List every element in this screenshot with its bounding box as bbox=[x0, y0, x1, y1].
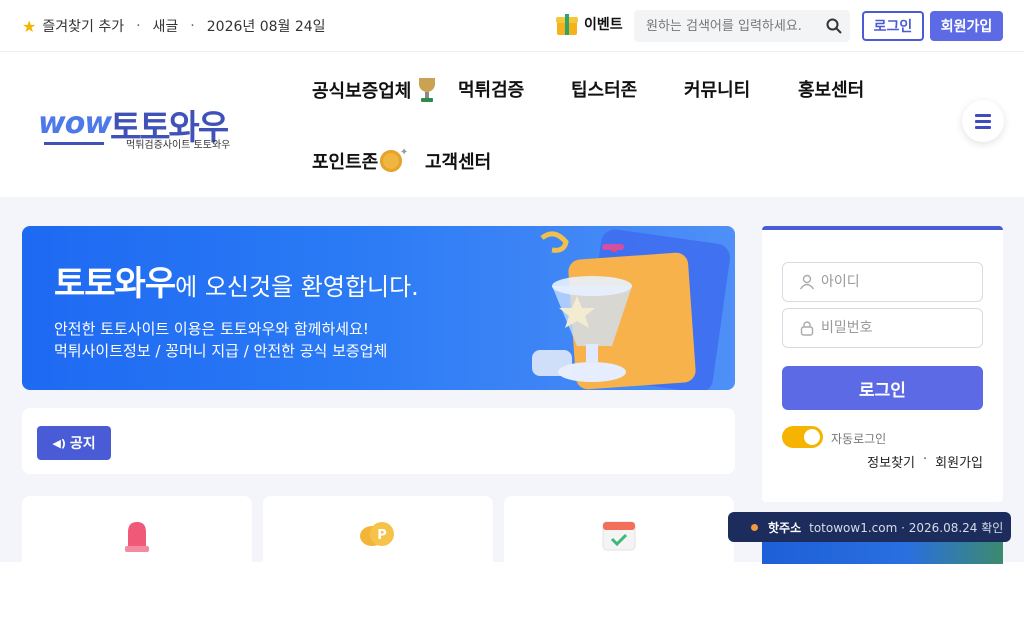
search-icon[interactable] bbox=[826, 18, 842, 34]
nav-item-verify[interactable]: 먹튀검증 bbox=[458, 76, 524, 102]
user-icon bbox=[799, 274, 815, 290]
siren-icon bbox=[125, 522, 149, 552]
nav-item-promo[interactable]: 홍보센터 bbox=[798, 76, 864, 102]
hot-address-toast[interactable]: 핫주소 totowow1.com · 2026.08.24 확인 bbox=[728, 512, 1011, 542]
banner-line-1: 안전한 토토사이트 이용은 토토와우와 함께하세요! bbox=[54, 320, 369, 338]
auto-login-toggle[interactable] bbox=[782, 426, 823, 448]
lock-icon bbox=[800, 321, 814, 336]
point-coin-icon: P bbox=[360, 522, 394, 546]
account-links: 정보찾기 · 회원가입 bbox=[867, 452, 983, 471]
notice-button[interactable]: ◀) 공지 bbox=[37, 426, 111, 460]
nav-item-tipster[interactable]: 팁스터존 bbox=[571, 76, 637, 102]
event-link[interactable]: 이벤트 bbox=[556, 12, 623, 36]
password-field-wrap bbox=[782, 308, 983, 348]
logo-wow-text: wow bbox=[38, 106, 112, 141]
login-panel: 로그인 자동로그인 정보찾기 · 회원가입 bbox=[762, 226, 1003, 502]
auto-login-label: 자동로그인 bbox=[831, 432, 887, 446]
logo-tagline: 먹튀검증사이트 토토와우 bbox=[126, 140, 231, 151]
bookmark-link[interactable]: 즐겨찾기 추가 bbox=[42, 16, 124, 36]
star-icon: ★ bbox=[22, 16, 37, 36]
login-button-top[interactable]: 로그인 bbox=[862, 11, 924, 41]
quick-card-2[interactable]: P bbox=[263, 496, 493, 566]
calendar-check-icon bbox=[602, 521, 636, 551]
login-submit-button[interactable]: 로그인 bbox=[782, 366, 983, 410]
banner-line-2: 먹튀사이트정보 / 꽁머니 지급 / 안전한 공식 보증업체 bbox=[54, 342, 388, 360]
welcome-banner[interactable]: 토토와우에 오신것을 환영합니다. 안전한 토토사이트 이용은 토토와우와 함께… bbox=[22, 226, 735, 390]
id-input[interactable] bbox=[821, 263, 981, 301]
toast-text: totowow1.com · 2026.08.24 확인 bbox=[809, 520, 1004, 535]
trophy-icon bbox=[417, 76, 437, 104]
new-post-link[interactable]: 새글 bbox=[153, 16, 179, 36]
logo-underline bbox=[44, 142, 104, 145]
search-input[interactable] bbox=[634, 10, 814, 42]
join-link[interactable]: 회원가입 bbox=[935, 452, 983, 471]
password-input[interactable] bbox=[821, 309, 981, 347]
site-header: wow 토토와우 먹튀검증사이트 토토와우 공식보증업체 먹튀검증 팁스터존 커… bbox=[0, 52, 1024, 197]
quick-card-1[interactable] bbox=[22, 496, 252, 566]
coin-icon: ✦ bbox=[380, 147, 408, 172]
nav-item-official[interactable]: 공식보증업체 bbox=[312, 76, 437, 104]
site-logo[interactable]: wow 토토와우 먹튀검증사이트 토토와우 bbox=[38, 100, 258, 160]
current-date: 2026년 08월 24일 bbox=[206, 19, 326, 35]
notice-bar: ◀) 공지 bbox=[22, 408, 735, 474]
id-field-wrap bbox=[782, 262, 983, 302]
banner-headline: 토토와우에 오신것을 환영합니다. bbox=[54, 264, 419, 304]
join-button-top[interactable]: 회원가입 bbox=[930, 11, 1003, 41]
find-info-link[interactable]: 정보찾기 bbox=[867, 452, 915, 471]
status-dot bbox=[751, 523, 758, 531]
svg-text:P: P bbox=[377, 528, 387, 543]
trophy-illustration bbox=[532, 229, 730, 390]
page-bottom bbox=[0, 562, 1024, 640]
top-left-links: ★ 즐겨찾기 추가 · 새글 · 2026년 08월 24일 bbox=[22, 16, 326, 36]
nav-item-point[interactable]: 포인트존 ✦ bbox=[312, 147, 408, 174]
search-box bbox=[634, 10, 850, 42]
quick-card-3[interactable] bbox=[504, 496, 734, 566]
top-utility-bar: ★ 즐겨찾기 추가 · 새글 · 2026년 08월 24일 이벤트 로그인 회… bbox=[0, 0, 1024, 52]
speaker-icon: ◀) bbox=[52, 436, 66, 450]
side-ad-banner[interactable] bbox=[762, 542, 1003, 564]
gift-icon bbox=[556, 12, 578, 36]
nav-item-support[interactable]: 고객센터 bbox=[425, 148, 491, 174]
menu-icon[interactable] bbox=[962, 100, 1004, 142]
nav-item-community[interactable]: 커뮤니티 bbox=[684, 76, 750, 102]
toast-title: 핫주소 bbox=[768, 520, 802, 535]
event-label: 이벤트 bbox=[584, 17, 623, 33]
